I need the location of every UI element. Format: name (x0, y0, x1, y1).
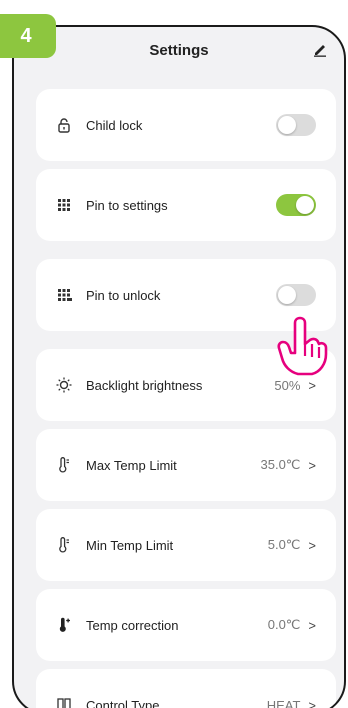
step-badge: 4 (0, 14, 56, 58)
edit-icon[interactable] (312, 41, 328, 57)
setting-value: 0.0℃ (267, 617, 301, 632)
child-lock-toggle[interactable] (276, 114, 316, 136)
setting-value: 5.0℃ (267, 537, 301, 552)
setting-label: Backlight brightness (86, 377, 203, 393)
chevron-right-icon: > (308, 537, 316, 553)
chevron-right-icon: > (308, 377, 316, 393)
chevron-right-icon: > (308, 697, 316, 708)
setting-label: Control Type (86, 697, 160, 708)
chevron-right-icon: > (308, 617, 316, 633)
thermometer-plus-icon (56, 617, 72, 633)
setting-label: Min Temp Limit (86, 537, 174, 553)
chevron-right-icon: > (308, 457, 316, 473)
header: Settings (14, 27, 344, 73)
page-title: Settings (149, 41, 209, 59)
setting-max-temp-limit[interactable]: Max Temp Limit 35.0℃ > (36, 429, 336, 501)
pointer-hand-icon (277, 316, 328, 376)
grid-dots-icon (56, 287, 72, 303)
grid-dots-icon (56, 197, 72, 213)
setting-label: Pin to settings (86, 197, 168, 213)
setting-pin-to-settings[interactable]: Pin to settings (36, 169, 336, 241)
setting-label: Child lock (86, 117, 143, 133)
setting-label: Pin to unlock (86, 287, 161, 303)
setting-temp-correction[interactable]: Temp correction 0.0℃ > (36, 589, 336, 661)
setting-control-type[interactable]: Control Type HEAT > (36, 669, 336, 708)
pin-to-settings-toggle[interactable] (276, 194, 316, 216)
pin-to-unlock-toggle[interactable] (276, 284, 316, 306)
brightness-icon (56, 377, 72, 393)
setting-child-lock[interactable]: Child lock (36, 89, 336, 161)
setting-value: 35.0℃ (260, 457, 301, 472)
setting-label: Temp correction (86, 617, 179, 633)
setting-label: Max Temp Limit (86, 457, 177, 473)
setting-value: HEAT (266, 697, 301, 708)
control-type-icon (56, 697, 72, 708)
setting-min-temp-limit[interactable]: Min Temp Limit 5.0℃ > (36, 509, 336, 581)
thermometer-icon (56, 457, 72, 473)
lock-icon (56, 117, 72, 133)
thermometer-icon (56, 537, 72, 553)
setting-value: 50% (274, 377, 301, 393)
